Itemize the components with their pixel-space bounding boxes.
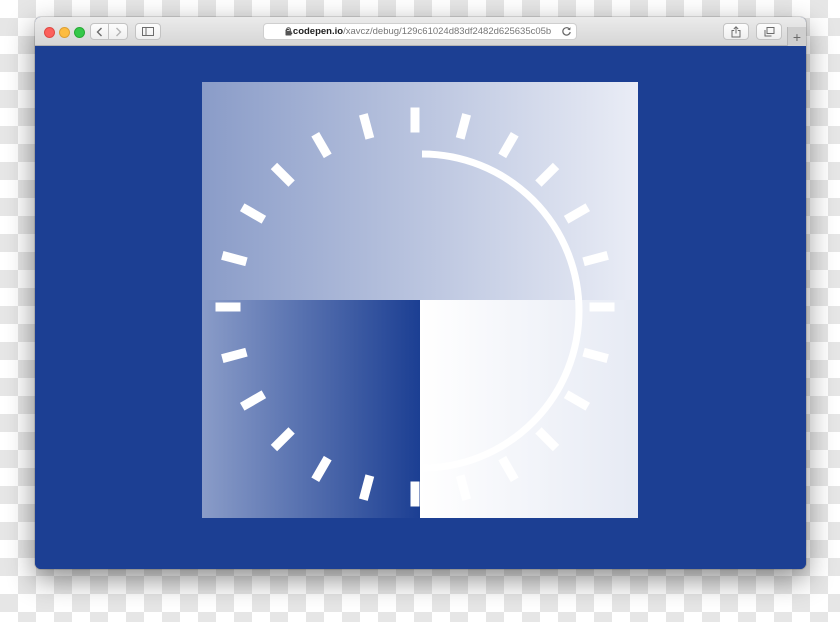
- chevron-left-icon: [96, 27, 102, 36]
- reload-icon[interactable]: [561, 26, 572, 37]
- show-tabs-button[interactable]: [756, 23, 782, 40]
- sidebar-icon: [142, 27, 154, 36]
- dial-tick: [589, 302, 615, 312]
- chevron-right-icon: [115, 27, 121, 36]
- zoom-window-button[interactable]: [74, 27, 85, 38]
- share-icon: [731, 25, 741, 37]
- new-tab-button[interactable]: +: [787, 27, 806, 46]
- sidebar-toggle-button[interactable]: [135, 23, 161, 40]
- page-content: [35, 46, 806, 569]
- dial-tick: [410, 481, 420, 507]
- artwork-bottom-left-panel: [202, 300, 419, 518]
- dial-artwork: [202, 82, 638, 518]
- browser-window: s.codepen.io/xavcz/debug/129c61024d83df2…: [35, 17, 806, 569]
- artwork-bottom-right-panel: [420, 300, 638, 518]
- title-bar: s.codepen.io/xavcz/debug/129c61024d83df2…: [35, 17, 806, 46]
- url-host: s.codepen.io: [285, 26, 344, 37]
- share-button[interactable]: [723, 23, 749, 40]
- address-bar[interactable]: s.codepen.io/xavcz/debug/129c61024d83df2…: [263, 23, 577, 40]
- plus-icon: +: [792, 28, 802, 45]
- minimize-window-button[interactable]: [59, 27, 70, 38]
- back-button[interactable]: [90, 23, 109, 40]
- dial-tick: [410, 107, 420, 133]
- forward-button[interactable]: [109, 23, 128, 40]
- url-path: /xavcz/debug/129c61024d83df2482d625635c0…: [343, 26, 552, 37]
- dial-tick: [215, 302, 241, 312]
- close-window-button[interactable]: [44, 27, 55, 38]
- tabs-icon: [764, 26, 774, 36]
- lock-icon: [285, 27, 292, 36]
